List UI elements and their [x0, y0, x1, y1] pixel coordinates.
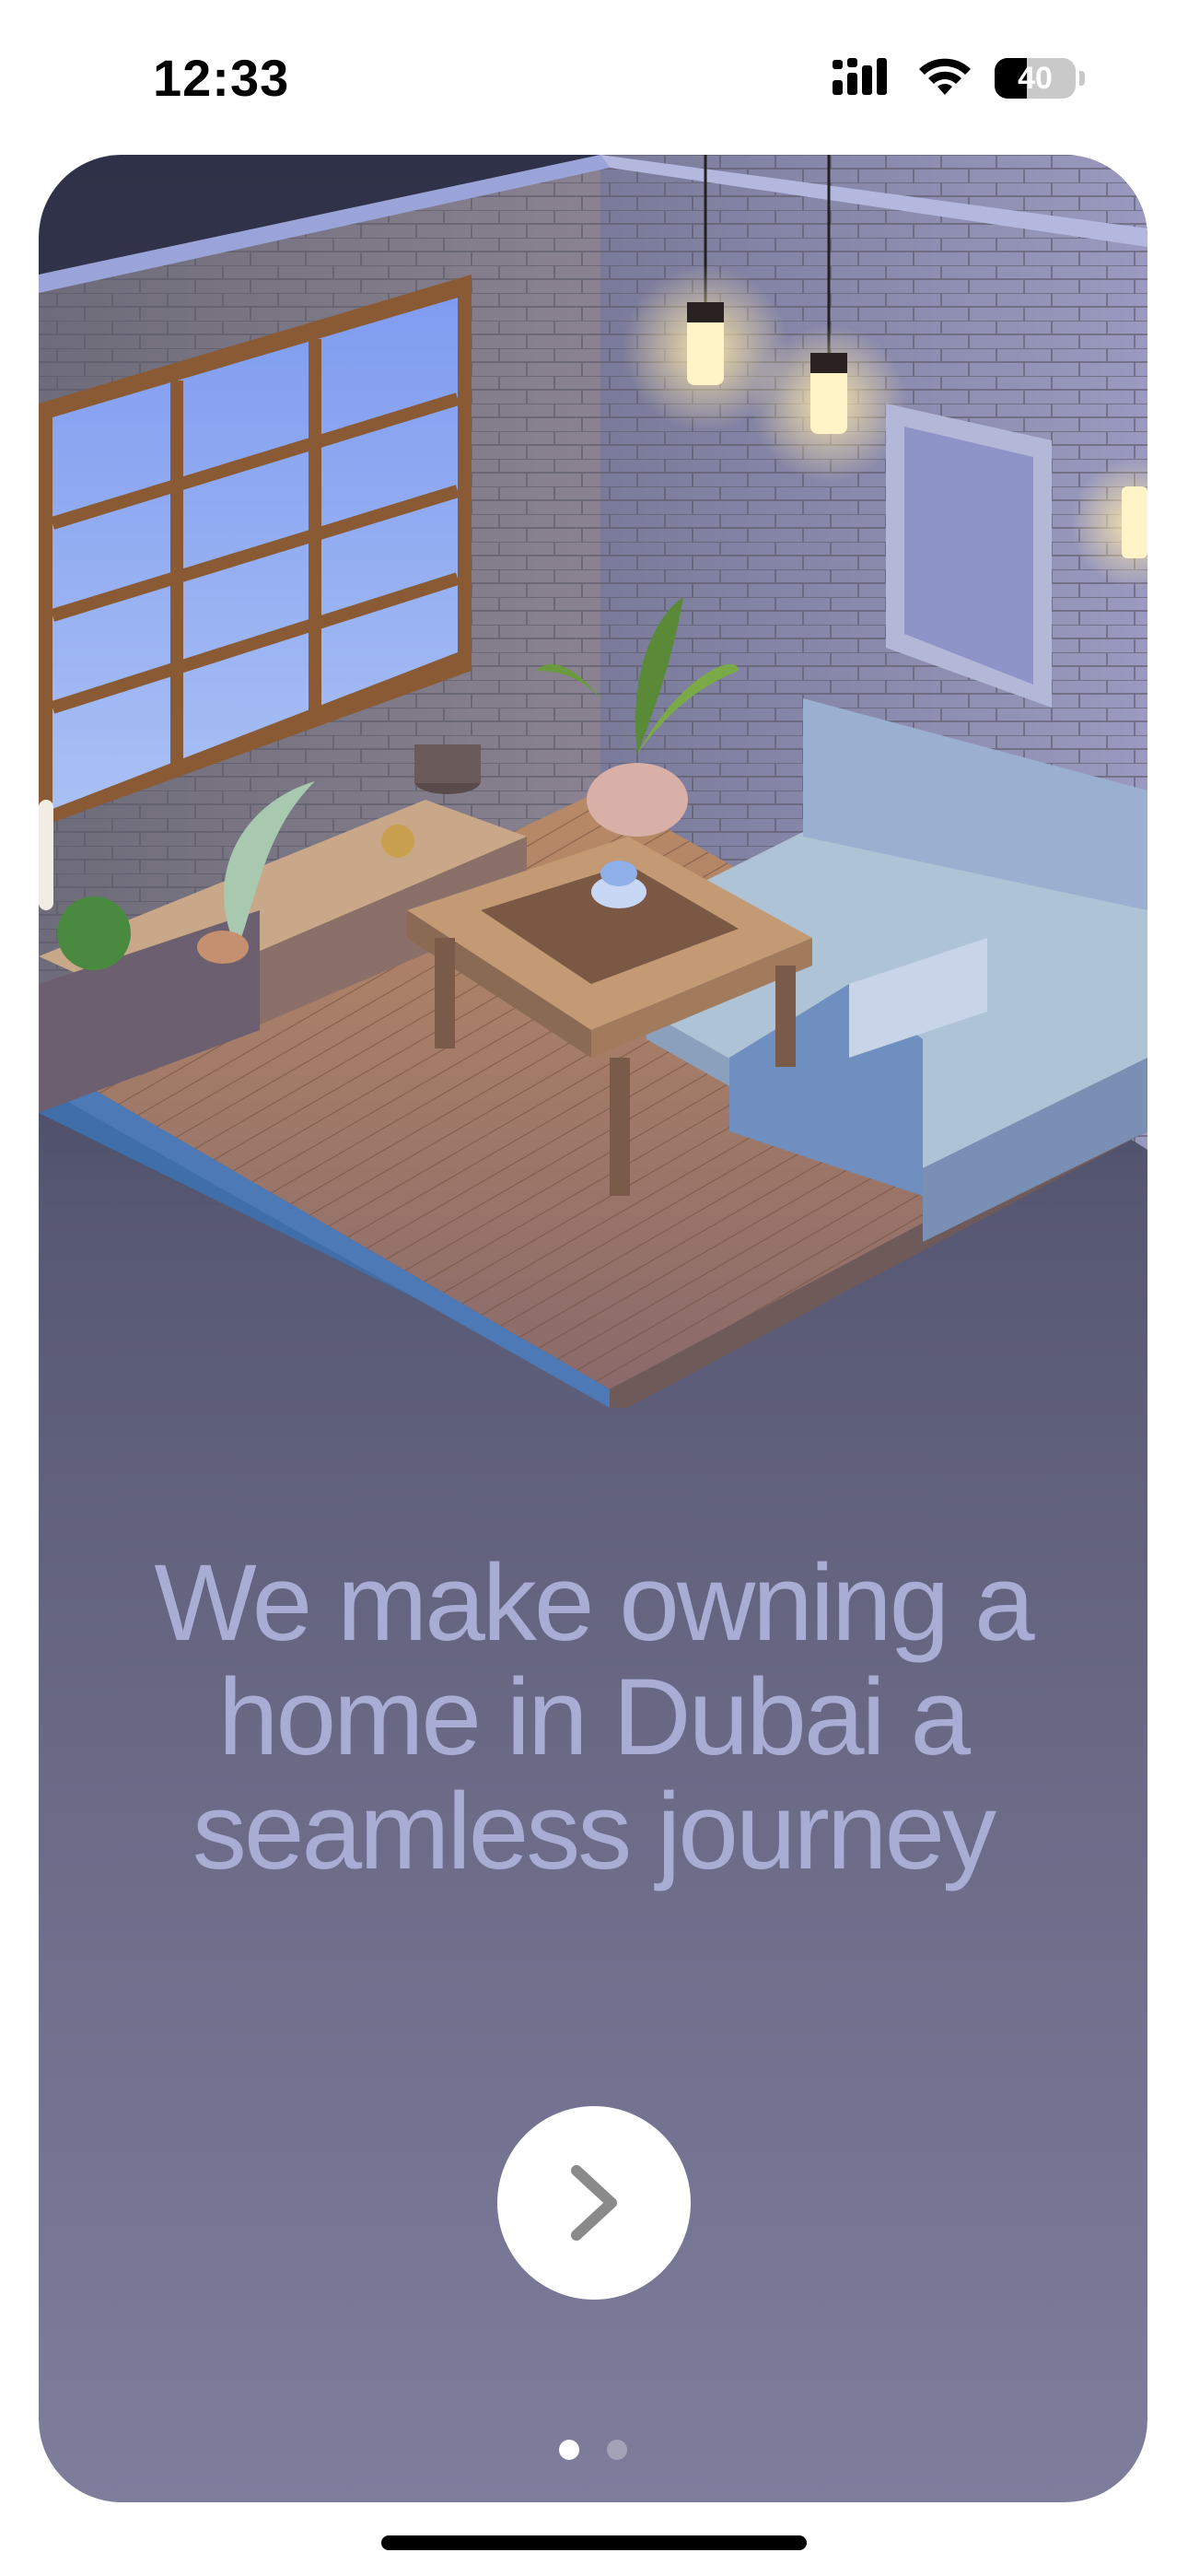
- status-bar: 12:33 40: [0, 0, 1188, 157]
- onboarding-card: We make owning a home in Dubai a seamles…: [39, 155, 1147, 2502]
- next-button[interactable]: [497, 2106, 691, 2300]
- headline-line-3: seamless journey: [192, 1771, 996, 1892]
- chevron-right-icon: [571, 2165, 617, 2241]
- battery-cap: [1079, 71, 1085, 86]
- headline-line-2: home in Dubai a: [217, 1657, 971, 1778]
- page-dot-1[interactable]: [559, 2440, 579, 2460]
- signal-icon: [833, 58, 887, 95]
- battery-icon: 40: [995, 58, 1076, 99]
- page-indicator: [39, 2440, 1147, 2460]
- wifi-icon: [919, 58, 971, 95]
- home-indicator[interactable]: [381, 2535, 807, 2550]
- onboarding-screen: 12:33 40 We make owning a home in Dubai …: [0, 0, 1188, 2576]
- status-icons: 40: [833, 55, 1085, 101]
- page-dot-2[interactable]: [607, 2440, 627, 2460]
- battery-level: 40: [1018, 60, 1053, 96]
- headline-line-1: We make owning a: [154, 1542, 1034, 1664]
- status-time: 12:33: [153, 49, 290, 107]
- headline: We make owning a home in Dubai a seamles…: [39, 1546, 1147, 1889]
- isometric-living-room-illustration: [39, 155, 1147, 1408]
